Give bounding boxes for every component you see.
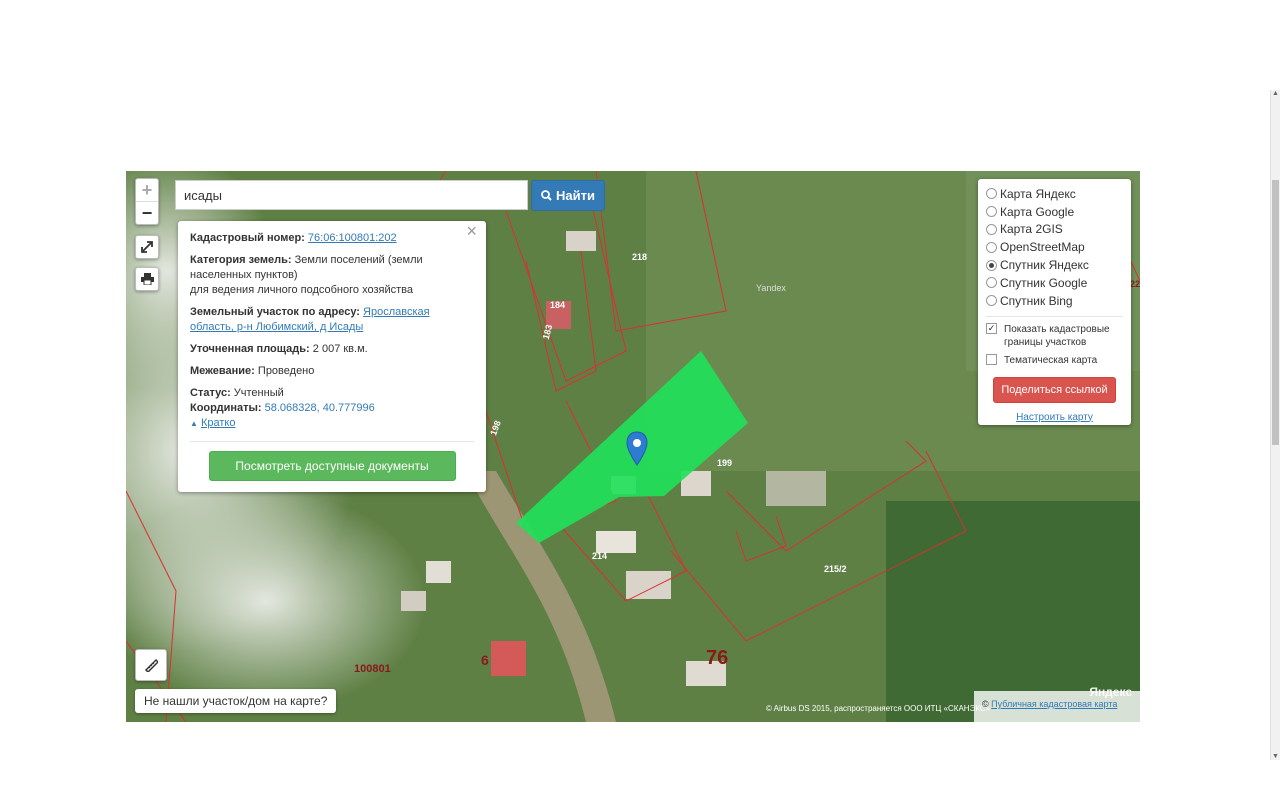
caret-up-icon: ▲ [190, 419, 198, 428]
land-category-label: Категория земель: [190, 254, 292, 266]
layer-option-label: Спутник Bing [1000, 293, 1073, 308]
cadastral-number-label: Кадастровый номер: [190, 232, 305, 244]
layer-option-label: Спутник Google [1000, 275, 1088, 290]
land-use-value: для ведения личного подсобного хозяйства [190, 284, 413, 296]
thematic-map-label: Тематическая карта [1004, 354, 1098, 366]
parcel-info-popup: × Кадастровый номер: 76:06:100801:202 Ка… [178, 221, 486, 492]
layer-option[interactable]: Карта Google [986, 203, 1123, 221]
parcel-label: 215/2 [824, 564, 847, 574]
configure-map-link[interactable]: Настроить карту [986, 412, 1123, 423]
not-found-button[interactable]: Не нашли участок/дом на карте? [135, 689, 337, 713]
show-boundaries-checkbox-row[interactable]: ✓ Показать кадастровые границы участков [986, 322, 1123, 349]
survey-label: Межевание: [190, 365, 255, 377]
layer-option[interactable]: Карта Яндекс [986, 185, 1123, 203]
layers-panel: Карта Яндекс Карта Google Карта 2GIS OpenSt… [978, 179, 1131, 425]
layer-option[interactable]: Карта 2GIS [986, 221, 1123, 239]
radio-icon[interactable] [986, 241, 997, 253]
layer-option[interactable]: Спутник Google [986, 274, 1123, 292]
location-marker-icon[interactable] [626, 431, 648, 467]
address-label: Земельный участок по адресу: [190, 306, 360, 318]
parcel-label: 100801 [354, 663, 391, 675]
coordinates-row: Координаты: 58.068328, 40.777996 [190, 401, 474, 416]
zoom-control: + − [135, 178, 159, 225]
quarter-label: 6 [481, 652, 489, 668]
parcel-label: 199 [717, 458, 733, 468]
layer-option-label: Карта Яндекс [1000, 186, 1076, 201]
parcel-label: 22 [1130, 279, 1140, 289]
cadastral-number-row: Кадастровый номер: 76:06:100801:202 [190, 231, 474, 246]
status-label: Статус: [190, 387, 231, 399]
quarter-label: 76 [706, 647, 729, 669]
thematic-map-checkbox-row[interactable]: Тематическая карта [986, 353, 1123, 367]
address-row: Земельный участок по адресу: Ярославская… [190, 305, 474, 335]
layer-option[interactable]: OpenStreetMap [986, 238, 1123, 256]
yandex-watermark-label: Yandex [756, 283, 786, 293]
area-row: Уточненная площадь: 2 007 кв.м. [190, 342, 474, 357]
area-label: Уточненная площадь: [190, 343, 310, 355]
radio-icon[interactable] [986, 206, 997, 218]
zoom-out-button[interactable]: − [136, 202, 158, 224]
scroll-down-icon[interactable]: ▼ [1271, 753, 1280, 760]
area-value: 2 007 кв.м. [312, 343, 368, 355]
radio-icon[interactable] [986, 295, 997, 307]
survey-row: Межевание: Проведено [190, 364, 474, 379]
fullscreen-button[interactable] [135, 235, 159, 259]
coordinates-value[interactable]: 58.068328, 40.777996 [265, 402, 375, 414]
imagery-attribution: © Airbus DS 2015, распространяется ООО И… [766, 704, 991, 713]
parcel-label: 218 [632, 252, 648, 262]
scrollbar-thumb[interactable] [1272, 180, 1279, 445]
map-canvas[interactable]: Yandex 218 184 183 198 199 214 215/2 100… [126, 171, 1140, 722]
ruler-icon [144, 658, 158, 672]
layer-option-label: Карта Google [1000, 204, 1075, 219]
zoom-in-button[interactable]: + [136, 179, 158, 202]
parcel-label: 214 [592, 551, 608, 561]
land-category-row: Категория земель: Земли поселений (земли… [190, 253, 474, 298]
ruler-button[interactable] [135, 649, 167, 681]
cadastral-number-link[interactable]: 76:06:100801:202 [308, 232, 397, 244]
coordinates-label: Координаты: [190, 402, 262, 414]
close-icon[interactable]: × [466, 222, 477, 240]
status-value: Учтенный [233, 387, 284, 399]
search-input[interactable] [175, 180, 528, 210]
layer-option-label: Карта 2GIS [1000, 222, 1063, 237]
layer-option[interactable]: Спутник Bing [986, 292, 1123, 310]
status-row: Статус: Учтенный [190, 386, 474, 401]
yandex-logo[interactable]: Яндекс [1089, 685, 1132, 699]
radio-icon[interactable] [986, 259, 997, 271]
printer-icon [140, 273, 154, 285]
public-cadastral-map-link[interactable]: Публичная кадастровая карта [991, 699, 1117, 709]
search-button-label: Найти [556, 188, 595, 203]
layer-option-label: OpenStreetMap [1000, 240, 1085, 255]
expand-icon [141, 241, 153, 253]
radio-icon[interactable] [986, 277, 997, 289]
print-button[interactable] [135, 267, 159, 291]
thematic-map-checkbox[interactable] [986, 353, 997, 365]
search-icon [541, 190, 552, 201]
radio-icon[interactable] [986, 188, 997, 200]
brief-toggle[interactable]: ▲ Кратко [190, 416, 474, 431]
parcel-label: 184 [550, 300, 566, 310]
radio-icon[interactable] [986, 223, 997, 235]
scroll-up-icon[interactable]: ▲ [1271, 90, 1280, 97]
search-button[interactable]: Найти [531, 180, 605, 211]
layer-option-label: Спутник Яндекс [1000, 258, 1089, 273]
view-documents-button[interactable]: Посмотреть доступные документы [208, 451, 456, 481]
page-scrollbar[interactable]: ▲ ▼ [1270, 90, 1280, 760]
divider [190, 441, 474, 442]
survey-value: Проведено [257, 365, 315, 377]
brief-link[interactable]: Кратко [201, 417, 236, 429]
share-link-button[interactable]: Поделиться ссылкой [993, 376, 1116, 403]
base-layer-options: Карта Яндекс Карта Google Карта 2GIS OpenSt… [986, 185, 1123, 310]
divider [986, 315, 1123, 317]
show-boundaries-label: Показать кадастровые границы участков [1004, 323, 1110, 348]
copyright-sign: © [982, 699, 989, 709]
show-boundaries-checkbox[interactable]: ✓ [986, 322, 997, 334]
layer-option[interactable]: Спутник Яндекс [986, 256, 1123, 274]
